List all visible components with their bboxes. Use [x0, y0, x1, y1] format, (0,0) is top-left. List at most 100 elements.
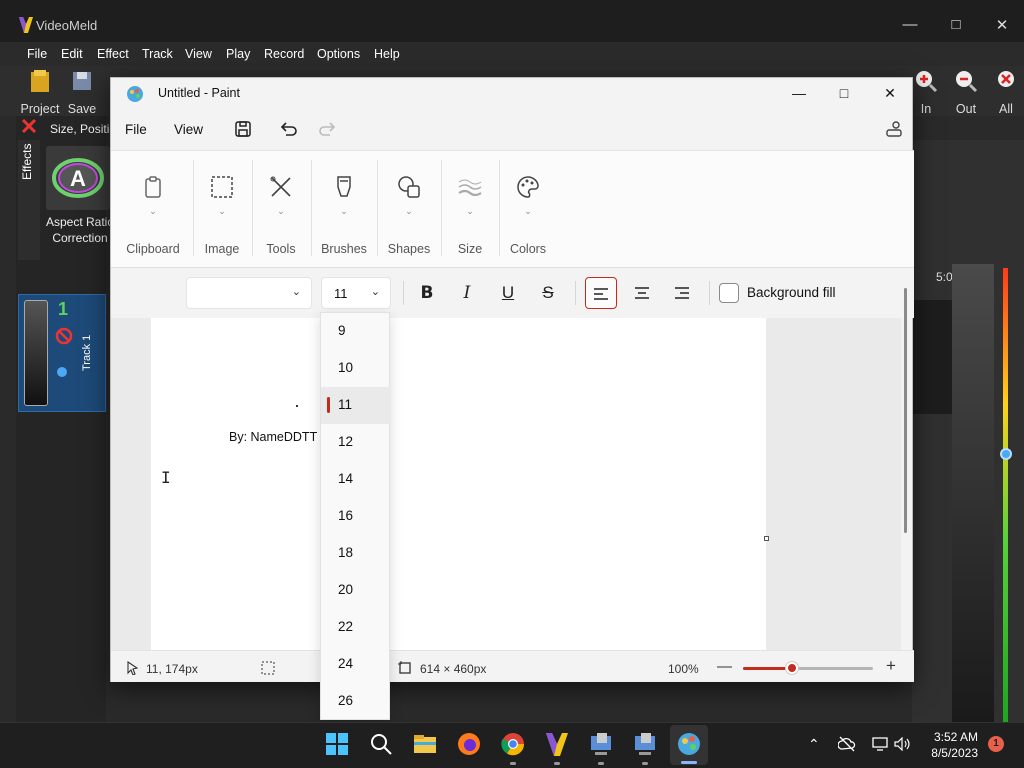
undo-icon[interactable]: [277, 118, 299, 140]
font-size-option[interactable]: 22: [321, 609, 391, 646]
italic-icon: I: [463, 283, 471, 303]
mute-icon[interactable]: [55, 327, 73, 345]
clock-time: 3:52 AM: [933, 730, 978, 744]
videomeld-logo-icon: [19, 17, 33, 33]
bold-icon: B: [420, 283, 434, 303]
font-size-option[interactable]: 18: [321, 535, 391, 572]
font-size-option[interactable]: 11: [321, 387, 391, 424]
font-size-option[interactable]: 10: [321, 350, 391, 387]
font-size-option[interactable]: 16: [321, 498, 391, 535]
remote-app-running-indicator: [598, 762, 604, 765]
chrome-running-indicator: [510, 762, 516, 765]
track-volume-slider[interactable]: [24, 300, 48, 406]
paint-menu-view[interactable]: View: [174, 122, 203, 137]
underline-button[interactable]: U: [492, 277, 524, 309]
notification-badge[interactable]: 1: [988, 736, 1004, 752]
zoom-out-icon: [956, 71, 978, 93]
save-icon[interactable]: [232, 118, 254, 140]
redo-icon[interactable]: [317, 118, 339, 140]
vm-track-panel[interactable]: 1 Track 1: [18, 294, 106, 412]
chrome-icon[interactable]: [499, 730, 527, 758]
vertical-scrollbar[interactable]: [904, 288, 907, 533]
chevron-up-icon[interactable]: ⌃: [808, 736, 820, 753]
track-pan-knob[interactable]: [57, 367, 67, 377]
remote-app-2-icon[interactable]: [631, 730, 659, 758]
vm-minimize-button[interactable]: —: [900, 16, 920, 33]
paint-menu-file[interactable]: File: [125, 122, 147, 137]
paint-taskbar-icon[interactable]: [675, 730, 703, 758]
font-size-option[interactable]: 14: [321, 461, 391, 498]
zoom-in-icon: [916, 71, 938, 93]
volume-icon[interactable]: [894, 737, 910, 751]
align-left-button[interactable]: [585, 277, 617, 309]
vm-menu-edit[interactable]: Edit: [61, 47, 83, 61]
windows-start-icon[interactable]: [323, 730, 351, 758]
ribbon-colors[interactable]: ⌄ Colors: [503, 150, 553, 268]
ribbon-image[interactable]: ⌄ Image: [197, 150, 247, 268]
font-size-option[interactable]: 20: [321, 572, 391, 609]
chevron-down-icon: ⌄: [524, 206, 532, 216]
zoom-all-icon: [998, 71, 1014, 87]
italic-button[interactable]: I: [451, 277, 483, 309]
vm-maximize-button[interactable]: □: [946, 16, 966, 33]
vm-menu-record[interactable]: Record: [264, 47, 304, 61]
font-family-select[interactable]: ⌄: [186, 277, 312, 309]
vm-zoom-out-button[interactable]: Out: [954, 66, 978, 116]
bold-button[interactable]: B: [411, 277, 443, 309]
ribbon-clipboard[interactable]: ⌄ Clipboard: [121, 150, 185, 268]
font-size-option[interactable]: 9: [321, 313, 391, 350]
vm-zoom-all-button[interactable]: All: [994, 66, 1018, 116]
strikethrough-button[interactable]: S: [532, 277, 564, 309]
paint-close-button[interactable]: ✕: [875, 82, 905, 104]
ribbon-tools[interactable]: ⌄ Tools: [256, 150, 306, 268]
vm-menu-file[interactable]: File: [27, 47, 47, 61]
palette-icon: [517, 176, 539, 198]
videomeld-taskbar-icon[interactable]: [543, 730, 571, 758]
ribbon-brushes[interactable]: ⌄ Brushes: [315, 150, 373, 268]
vm-project-button[interactable]: Project: [20, 66, 60, 116]
track-label: Track 1: [81, 334, 93, 371]
toolbar-divider: [575, 281, 576, 305]
remote-app-icon[interactable]: [587, 730, 615, 758]
vm-menu-help[interactable]: Help: [374, 47, 400, 61]
cloud-offline-icon[interactable]: [838, 736, 856, 752]
firefox-icon[interactable]: [455, 730, 483, 758]
vm-master-knob[interactable]: [1000, 448, 1012, 460]
ribbon-shapes[interactable]: ⌄ Shapes: [381, 150, 437, 268]
zoom-in-button[interactable]: +: [886, 656, 896, 676]
font-size-select[interactable]: 11 ⌄: [321, 277, 391, 309]
close-effects-icon[interactable]: [21, 118, 37, 134]
vm-menu-play[interactable]: Play: [226, 47, 250, 61]
vm-zoom-in-button[interactable]: In: [914, 66, 938, 116]
font-size-option[interactable]: 24: [321, 646, 391, 683]
background-fill-checkbox[interactable]: [719, 283, 739, 303]
vm-master-fader[interactable]: [952, 264, 994, 722]
paint-maximize-button[interactable]: □: [829, 82, 859, 104]
taskbar-clock[interactable]: 3:52 AM 8/5/2023: [920, 729, 978, 761]
drawing-canvas[interactable]: [151, 318, 766, 650]
vm-menu-options[interactable]: Options: [317, 47, 360, 61]
vm-menu-view[interactable]: View: [185, 47, 212, 61]
vm-menu-track[interactable]: Track: [142, 47, 173, 61]
ribbon-size[interactable]: ⌄ Size: [445, 150, 495, 268]
align-right-button[interactable]: [666, 277, 698, 309]
display-icon[interactable]: [872, 737, 888, 751]
vm-close-button[interactable]: ✕: [992, 16, 1012, 34]
selection-icon: [211, 176, 233, 198]
canvas-text-box[interactable]: By: NameDDTT: [229, 430, 317, 444]
vm-menu-effect[interactable]: Effect: [97, 47, 129, 61]
zoom-level[interactable]: 100%: [668, 662, 699, 676]
vm-effect-thumbnail[interactable]: A: [46, 146, 110, 210]
font-size-option[interactable]: 26: [321, 683, 391, 720]
zoom-out-button[interactable]: —: [717, 658, 732, 675]
canvas-resize-handle[interactable]: [764, 536, 769, 541]
search-icon[interactable]: [367, 730, 395, 758]
align-center-button[interactable]: [626, 277, 658, 309]
file-explorer-icon[interactable]: [411, 730, 439, 758]
paint-minimize-button[interactable]: —: [784, 82, 814, 104]
share-account-icon[interactable]: [883, 118, 905, 140]
vm-save-button[interactable]: Save: [66, 66, 98, 116]
font-size-dropdown: 9 10 11 12 14 16 18 20 22 24 26: [320, 312, 391, 720]
clipboard-icon: [145, 176, 161, 198]
font-size-option[interactable]: 12: [321, 424, 391, 461]
